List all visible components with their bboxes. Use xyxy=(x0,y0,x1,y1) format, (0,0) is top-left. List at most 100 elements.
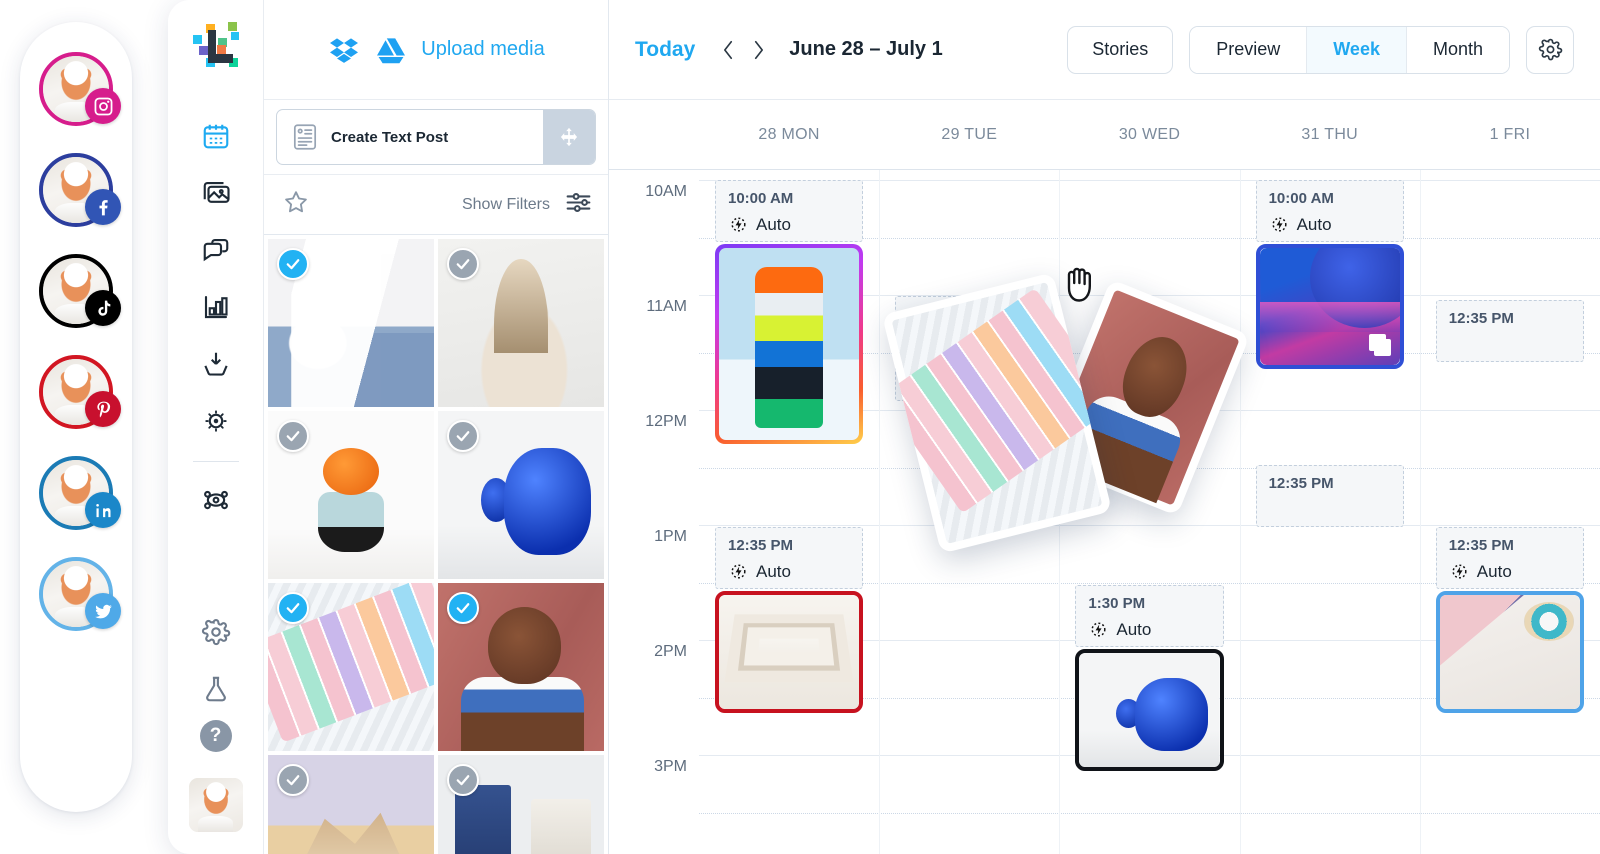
auto-publish-badge: Auto xyxy=(1269,214,1403,235)
event-time: 10:00 AM xyxy=(728,190,794,207)
sidebar-item-link-in-bio[interactable] xyxy=(190,474,242,526)
pinterest-icon xyxy=(85,391,121,427)
media-select-checkbox[interactable] xyxy=(277,592,309,624)
sliders-icon[interactable] xyxy=(564,188,593,222)
sidebar-item-collect[interactable] xyxy=(190,338,242,390)
avatar[interactable] xyxy=(188,778,243,832)
event-time: 10:00 AM xyxy=(1268,190,1334,207)
event-slot[interactable]: 12:35 PM xyxy=(1255,465,1404,527)
media-tile[interactable] xyxy=(268,239,434,407)
question-icon[interactable]: ? xyxy=(199,720,232,752)
tab-preview[interactable]: Preview xyxy=(1190,26,1308,73)
media-tile[interactable] xyxy=(268,411,434,579)
event-media-thumbnail[interactable] xyxy=(1075,649,1224,771)
media-panel: Upload media Create Text Post Show Filte… xyxy=(264,0,609,854)
event-slot[interactable]: 10:00 AM Auto xyxy=(715,180,864,242)
calendar-event[interactable]: 10:00 AM Auto xyxy=(715,180,864,444)
calendar-event[interactable]: 11:00 AM xyxy=(895,296,1044,401)
day-header[interactable]: 30 WED xyxy=(1059,126,1239,144)
media-image xyxy=(1079,653,1220,767)
calendar-event[interactable]: 12:35 PM Auto xyxy=(1435,527,1584,713)
sidebar-item-calendar[interactable] xyxy=(190,110,242,162)
calendar-event[interactable]: 1:30 PM Auto xyxy=(1075,585,1224,771)
media-tile[interactable] xyxy=(438,583,604,751)
create-text-post-button[interactable]: Create Text Post xyxy=(277,110,543,164)
sidebar-item-conversations[interactable] xyxy=(190,224,242,276)
chevron-left-icon[interactable] xyxy=(713,35,743,65)
event-media-thumbnail[interactable] xyxy=(1255,244,1404,369)
social-profile-instagram[interactable] xyxy=(39,52,121,126)
day-column-separator xyxy=(879,170,881,854)
move-arrows-icon[interactable] xyxy=(543,110,595,164)
day-header[interactable]: 28 MON xyxy=(699,126,879,144)
calendar-event[interactable]: 12:35 PM Auto xyxy=(715,527,864,713)
calendar-event[interactable]: 12:35 PM xyxy=(1435,300,1584,362)
upload-media-label[interactable]: Upload media xyxy=(421,38,544,61)
day-header-row: 28 MON 29 TUE 30 WED 31 THU 1 FRI xyxy=(609,100,1600,170)
chevron-right-icon[interactable] xyxy=(743,35,773,65)
event-media-thumbnail[interactable] xyxy=(715,591,864,713)
show-filters-button[interactable]: Show Filters xyxy=(462,196,550,214)
create-text-post-row: Create Text Post xyxy=(264,100,608,175)
day-header[interactable]: 1 FRI xyxy=(1420,126,1600,144)
media-tile[interactable] xyxy=(268,583,434,751)
tab-week[interactable]: Week xyxy=(1307,26,1407,73)
sidebar-item-discover[interactable] xyxy=(190,395,242,447)
day-header[interactable]: 31 THU xyxy=(1240,126,1420,144)
media-select-checkbox[interactable] xyxy=(447,248,479,280)
media-select-checkbox[interactable] xyxy=(277,420,309,452)
media-select-checkbox[interactable] xyxy=(447,764,479,796)
media-tile[interactable] xyxy=(438,239,604,407)
calendar-event[interactable]: 10:00 AM Auto xyxy=(1255,180,1404,369)
gear-icon[interactable] xyxy=(1526,25,1574,74)
sidebar-item-analytics[interactable] xyxy=(190,281,242,333)
later-logo[interactable] xyxy=(188,16,244,72)
star-icon[interactable] xyxy=(282,188,310,221)
time-label: 1PM xyxy=(654,528,687,545)
sidebar-item-labs[interactable] xyxy=(190,663,242,715)
social-profile-facebook[interactable] xyxy=(39,153,121,227)
calendar-body: 28 MON 29 TUE 30 WED 31 THU 1 FRI 10AM 11AM 12… xyxy=(609,100,1600,854)
media-select-checkbox[interactable] xyxy=(447,592,479,624)
social-profile-linkedin[interactable] xyxy=(39,456,121,530)
day-column-separator xyxy=(1059,170,1061,854)
dropbox-icon[interactable] xyxy=(327,36,361,64)
hour-gridline xyxy=(699,525,1600,526)
create-text-post[interactable]: Create Text Post xyxy=(276,109,596,165)
stories-button[interactable]: Stories xyxy=(1067,25,1174,74)
calendar-event[interactable]: 12:35 PM xyxy=(1255,465,1404,527)
media-tile[interactable] xyxy=(438,755,604,854)
half-hour-gridline xyxy=(699,812,1600,814)
event-slot[interactable]: 10:00 AM Auto xyxy=(1255,180,1404,242)
tab-month[interactable]: Month xyxy=(1406,26,1509,73)
social-profile-twitter[interactable] xyxy=(39,557,121,631)
media-select-checkbox[interactable] xyxy=(277,248,309,280)
social-profile-tiktok[interactable] xyxy=(39,254,121,328)
media-select-checkbox[interactable] xyxy=(447,420,479,452)
media-tile[interactable] xyxy=(438,411,604,579)
day-columns: 10:00 AM Auto 12:35 PM Auto 11:00 AM 1:30 PM A… xyxy=(699,170,1600,854)
rail-divider xyxy=(192,461,239,462)
event-slot[interactable]: 12:35 PM Auto xyxy=(715,527,864,589)
help-label: ? xyxy=(209,725,222,746)
google-drive-icon[interactable] xyxy=(374,36,408,64)
social-profile-pinterest[interactable] xyxy=(39,355,121,429)
event-time: 11:00 AM xyxy=(908,306,973,323)
day-header[interactable]: 29 TUE xyxy=(879,126,1059,144)
auto-publish-icon xyxy=(731,217,746,232)
event-slot[interactable]: 1:30 PM Auto xyxy=(1075,585,1224,647)
sidebar-item-media-library[interactable] xyxy=(190,167,242,219)
event-slot[interactable]: 12:35 PM Auto xyxy=(1435,527,1584,589)
auto-label: Auto xyxy=(756,561,791,581)
event-time: 1:30 PM xyxy=(1088,595,1146,612)
media-select-checkbox[interactable] xyxy=(277,764,309,796)
event-media-thumbnail[interactable] xyxy=(1435,591,1584,713)
auto-publish-icon xyxy=(1091,622,1106,637)
filter-row: Show Filters xyxy=(264,175,608,235)
event-slot[interactable]: 11:00 AM xyxy=(895,296,1044,401)
sidebar-item-settings[interactable] xyxy=(190,606,242,658)
today-button[interactable]: Today xyxy=(635,38,695,62)
event-media-thumbnail[interactable] xyxy=(715,244,864,444)
media-tile[interactable] xyxy=(268,755,434,854)
event-slot[interactable]: 12:35 PM xyxy=(1435,300,1584,362)
